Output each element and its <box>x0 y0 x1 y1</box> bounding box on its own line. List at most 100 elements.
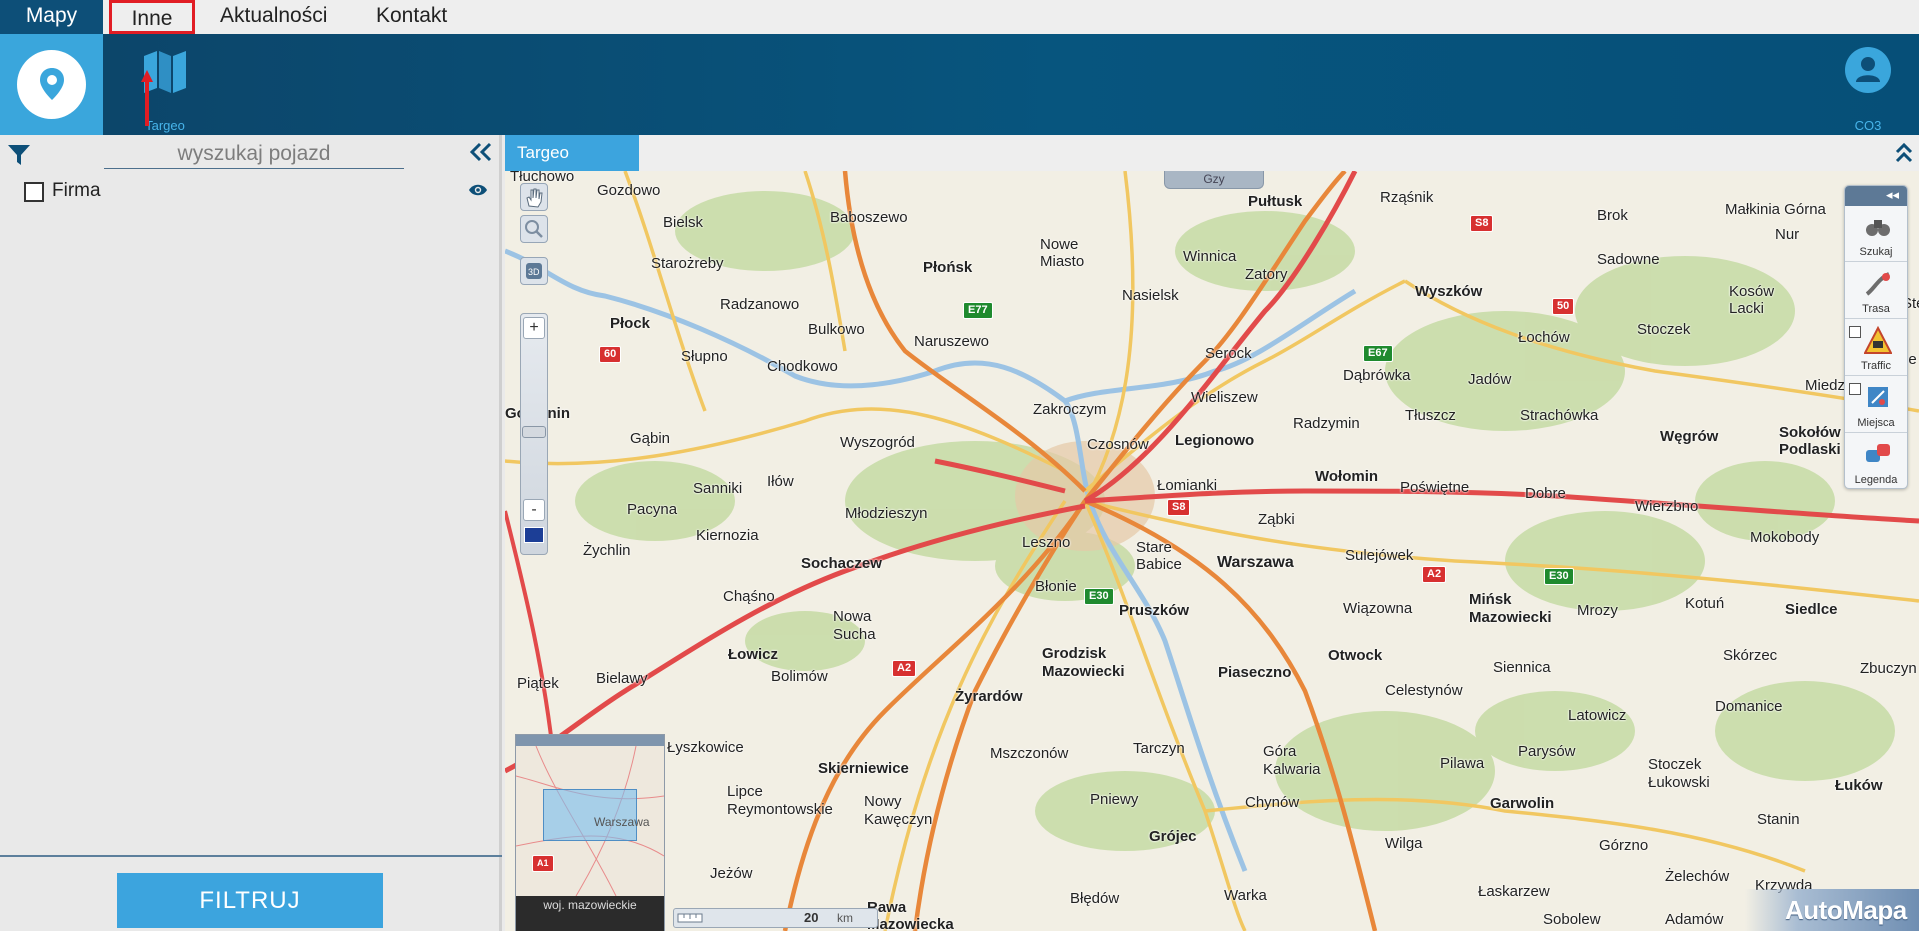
tab-targeo[interactable]: Targeo <box>505 135 639 171</box>
place-label: Wiązowna <box>1343 600 1413 617</box>
place-label: Celestynów <box>1385 682 1463 699</box>
user-icon <box>1856 57 1880 82</box>
place-label: Sanniki <box>693 480 743 497</box>
place-label: Rawa Mazowiecka <box>867 899 954 931</box>
place-label: Płock <box>610 315 651 332</box>
place-label: Brok <box>1597 207 1628 224</box>
palette-collapse-button[interactable]: ◂◂ <box>1845 186 1907 206</box>
menu-item-kontakt[interactable]: Kontakt <box>376 0 447 34</box>
map-base-layer <box>505 171 1919 931</box>
vehicle-panel: Firma FILTRUJ <box>0 135 502 931</box>
user-label: CO3 <box>1854 118 1882 133</box>
traffic-checkbox[interactable] <box>1849 326 1861 338</box>
place-label: Pniewy <box>1090 791 1139 808</box>
place-label: Żyrardów <box>955 688 1023 705</box>
legend-tool-button[interactable]: Legenda <box>1845 434 1907 490</box>
place-label: Bolimów <box>771 668 828 685</box>
map-tools-palette: ◂◂ Szukaj Trasa Traffic Miejsca Legenda <box>1844 185 1908 489</box>
place-label: Nowy Kawęczyn <box>864 793 933 828</box>
place-label: Gozdowo <box>597 182 661 199</box>
pan-tool-button[interactable] <box>520 183 548 211</box>
place-label: Grodzisk Mazowiecki <box>1042 645 1125 680</box>
menu-item-inne[interactable]: Inne <box>109 0 195 34</box>
3d-view-button[interactable]: 3D <box>520 257 548 285</box>
places-tool-button[interactable]: Miejsca <box>1845 377 1907 433</box>
place-label: Nowe Miasto <box>1040 236 1085 270</box>
place-label: Otwock <box>1328 647 1383 664</box>
eu-flag-icon[interactable] <box>524 527 544 543</box>
place-label: Dobre <box>1525 485 1566 502</box>
road-shield: S8 <box>1470 215 1494 232</box>
collapse-left-icon[interactable] <box>470 142 492 162</box>
road-shield: E77 <box>963 302 993 319</box>
collapse-up-icon[interactable] <box>1895 143 1913 163</box>
firma-label: Firma <box>52 180 101 201</box>
place-label: Żelechów <box>1665 868 1730 885</box>
zoom-slider[interactable]: + - <box>520 313 548 555</box>
filter-icon[interactable] <box>8 144 30 166</box>
place-label: Strachówka <box>1520 407 1599 424</box>
place-label: Warszawa <box>1217 554 1294 571</box>
place-label: Skierniewice <box>818 760 909 777</box>
place-label: Łochów <box>1518 329 1570 346</box>
place-label: Górzno <box>1599 837 1649 854</box>
place-label: Grójec <box>1149 828 1197 845</box>
place-label: Młodzieszyn <box>845 505 928 522</box>
place-label: Ząbki <box>1258 511 1295 528</box>
place-label: Wyszków <box>1415 283 1483 300</box>
place-label: Legionowo <box>1175 432 1255 449</box>
place-label: Skórzec <box>1723 647 1778 664</box>
places-checkbox[interactable] <box>1849 383 1861 395</box>
zoom-box-tool-button[interactable] <box>520 215 548 243</box>
zoom-out-button[interactable]: - <box>523 499 545 521</box>
road-shield: E30 <box>1084 588 1114 605</box>
route-tool-label: Trasa <box>1862 303 1890 315</box>
road-shield: 60 <box>599 346 622 363</box>
menu-item-aktualnosci[interactable]: Aktualności <box>220 0 327 34</box>
place-label: Mrozy <box>1577 602 1618 619</box>
map-top-tab[interactable]: Gzy <box>1164 171 1264 189</box>
ruler-icon <box>677 913 703 923</box>
overview-minimap[interactable]: Warszawa A1 woj. mazowieckie <box>515 734 665 931</box>
menu-item-mapy[interactable]: Mapy <box>0 0 103 34</box>
place-label: Chodkowo <box>767 358 838 375</box>
place-label: Wyszogród <box>840 434 915 451</box>
place-label: Pruszków <box>1119 602 1190 619</box>
place-label: Zatory <box>1245 266 1288 283</box>
minimap-header[interactable] <box>516 735 664 746</box>
search-tool-button[interactable]: Szukaj <box>1845 206 1907 262</box>
route-icon <box>1865 272 1890 296</box>
place-label: Pilawa <box>1440 755 1485 772</box>
road-shield: S8 <box>1167 499 1191 516</box>
place-label: Słupno <box>681 348 728 365</box>
firma-checkbox[interactable] <box>24 182 44 202</box>
zoom-in-button[interactable]: + <box>523 317 545 339</box>
place-label: Nowa Sucha <box>833 608 876 643</box>
logo[interactable] <box>0 34 103 135</box>
vehicle-search-input[interactable] <box>104 139 404 169</box>
place-label: Sochaczew <box>801 555 882 572</box>
filter-button[interactable]: FILTRUJ <box>117 873 383 928</box>
legend-tool-label: Legenda <box>1854 474 1898 486</box>
place-label: Mińsk Mazowiecki <box>1469 591 1552 626</box>
map-canvas[interactable]: Gzy Tłuchowo Gozdowo Bielsk Baboszewo Pu… <box>505 171 1919 931</box>
place-label: Bielawy <box>596 670 648 687</box>
route-tool-button[interactable]: Trasa <box>1845 263 1907 319</box>
place-label: Zbuczyn <box>1860 660 1917 677</box>
places-tool-label: Miejsca <box>1857 417 1895 429</box>
zoom-slider-thumb[interactable] <box>522 426 546 438</box>
eye-icon[interactable] <box>468 183 488 197</box>
scale-value: 20 <box>804 910 819 925</box>
traffic-tool-button[interactable]: Traffic <box>1845 320 1907 376</box>
place-label: Baboszewo <box>830 209 908 226</box>
place-label: Tarczyn <box>1133 740 1185 757</box>
place-label: Chąśno <box>723 588 775 605</box>
place-label: Wieliszew <box>1191 389 1258 406</box>
user-account-button[interactable]: CO3 <box>1842 44 1894 133</box>
place-label: Zakroczym <box>1033 401 1107 418</box>
place-label: Bielsk <box>663 214 704 231</box>
place-label: Stoczek <box>1637 321 1691 338</box>
location-pin-icon <box>40 68 64 100</box>
header-band: Targeo CO3 <box>0 34 1919 135</box>
place-label: Kotuń <box>1685 595 1725 612</box>
